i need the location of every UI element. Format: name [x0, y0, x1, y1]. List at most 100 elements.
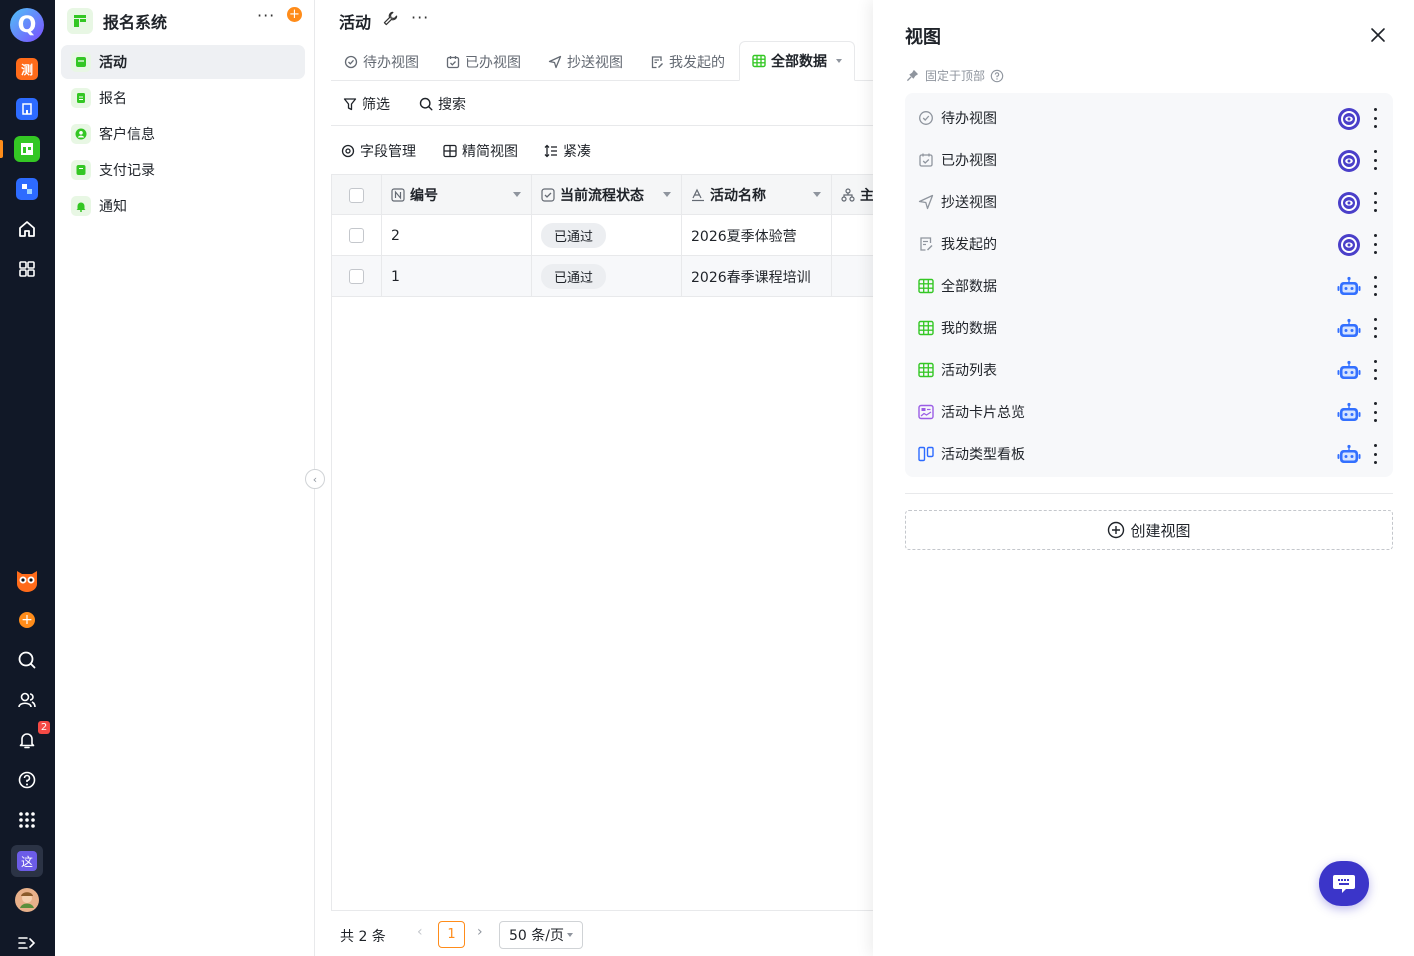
tab-all-data[interactable]: 全部数据 [739, 41, 855, 81]
page-button[interactable]: 1 [438, 921, 465, 948]
sidebar-item-payments[interactable]: 支付记录 [61, 153, 305, 187]
more-vertical-icon[interactable] [1372, 108, 1378, 128]
cell-status[interactable]: 已通过 [532, 215, 682, 256]
eye-icon[interactable] [1336, 148, 1362, 174]
create-view-button[interactable]: 创建视图 [905, 510, 1393, 550]
cell-name[interactable]: 2026夏季体验营 [682, 215, 832, 256]
select-all-checkbox[interactable] [332, 175, 382, 215]
view-item[interactable]: 待办视图 [905, 96, 1393, 138]
checkbox[interactable] [349, 228, 364, 243]
sidebar-item-customers[interactable]: 客户信息 [61, 117, 305, 151]
field-manage-button[interactable]: 字段管理 [341, 141, 416, 161]
collapse-sidebar-button[interactable]: ‹ [305, 469, 325, 489]
rail-app-building[interactable] [14, 96, 40, 122]
more-vertical-icon[interactable] [1372, 234, 1378, 254]
next-page-icon[interactable]: › [477, 924, 483, 940]
home-icon[interactable] [14, 216, 40, 242]
tab-done[interactable]: 已办视图 [446, 42, 521, 81]
more-vertical-icon[interactable] [1372, 192, 1378, 212]
cell-id[interactable]: 2 [382, 215, 532, 256]
more-vertical-icon[interactable] [1372, 444, 1378, 464]
rail-app-ce[interactable]: 测 [14, 56, 40, 82]
cell-name[interactable]: 2026春季课程培训 [682, 256, 832, 297]
close-icon[interactable] [1369, 26, 1387, 48]
robot-icon[interactable] [1336, 316, 1362, 342]
help-icon[interactable] [14, 767, 40, 793]
rail-app-phone[interactable] [14, 176, 40, 202]
add-menu-button[interactable]: + [287, 7, 302, 22]
view-item[interactable]: 活动类型看板 [905, 432, 1393, 474]
owl-icon[interactable] [14, 566, 40, 592]
tab-mine[interactable]: 我发起的 [650, 42, 725, 81]
row-height-icon [544, 144, 557, 158]
simple-view-label: 精简视图 [462, 144, 518, 160]
more-vertical-icon[interactable] [1372, 276, 1378, 296]
search-icon [419, 97, 433, 111]
table-row[interactable]: 1 已通过 2026春季课程培训 [332, 256, 874, 297]
checkbox[interactable] [349, 187, 364, 203]
row-checkbox-cell [332, 256, 382, 297]
rail-app-active[interactable] [14, 136, 40, 162]
more-vertical-icon[interactable] [1372, 402, 1378, 422]
sidebar-item-notify[interactable]: 通知 [61, 189, 305, 223]
column-header-status[interactable]: 当前流程状态 [532, 175, 682, 215]
compact-button[interactable]: 紧凑 [544, 141, 591, 161]
grid-apps-icon[interactable] [14, 256, 40, 282]
eye-icon[interactable] [1336, 106, 1362, 132]
view-item[interactable]: 已办视图 [905, 138, 1393, 180]
expand-icon[interactable] [14, 930, 40, 956]
table-row[interactable]: 2 已通过 2026夏季体验营 [332, 215, 874, 256]
cell-status[interactable]: 已通过 [532, 256, 682, 297]
robot-icon[interactable] [1336, 442, 1362, 468]
filter-button[interactable]: 筛选 [343, 94, 390, 114]
page-size-select[interactable]: 50 条/页 [499, 921, 583, 949]
sidebar-item-activity[interactable]: 活动 [61, 45, 305, 79]
more-icon[interactable]: ··· [411, 8, 429, 27]
more-vertical-icon[interactable] [1372, 360, 1378, 380]
view-item[interactable]: 我的数据 [905, 306, 1393, 348]
more-vertical-icon[interactable] [1372, 150, 1378, 170]
chevron-down-icon[interactable] [813, 192, 821, 197]
robot-icon[interactable] [1336, 274, 1362, 300]
ai-assistant-button[interactable] [1319, 861, 1369, 906]
column-header-id[interactable]: 编号 [382, 175, 532, 215]
chevron-down-icon[interactable] [836, 59, 842, 63]
sidebar-item-signup[interactable]: 报名 [61, 81, 305, 115]
eye-icon[interactable] [1336, 190, 1362, 216]
chevron-down-icon [566, 933, 573, 937]
robot-icon[interactable] [1336, 358, 1362, 384]
column-header-name[interactable]: 活动名称 [682, 175, 832, 215]
more-vertical-icon[interactable] [1372, 318, 1378, 338]
tab-cc[interactable]: 抄送视图 [548, 42, 623, 81]
views-panel: 视图 固定于顶部 待办视图 已办视图 抄送视图 我发起的 全部数据 我的数据 活动列表 活动卡… [873, 0, 1414, 956]
search-button[interactable]: 搜索 [419, 94, 466, 114]
checkbox[interactable] [349, 269, 364, 284]
view-item[interactable]: 我发起的 [905, 222, 1393, 264]
chevron-down-icon[interactable] [663, 192, 671, 197]
table-area-left-border [331, 297, 332, 910]
user-icon [71, 124, 91, 144]
table-icon [917, 319, 935, 337]
cell-id[interactable]: 1 [382, 256, 532, 297]
avatar[interactable] [14, 887, 40, 913]
view-item[interactable]: 全部数据 [905, 264, 1393, 306]
tab-todo[interactable]: 待办视图 [344, 42, 419, 81]
apps-icon[interactable] [14, 807, 40, 833]
chevron-down-icon[interactable] [513, 192, 521, 197]
prev-page-icon[interactable]: ‹ [417, 924, 423, 940]
wrench-icon[interactable] [383, 11, 398, 30]
simple-view-button[interactable]: 精简视图 [443, 141, 518, 161]
more-icon[interactable]: ··· [257, 6, 275, 25]
contacts-icon[interactable] [14, 687, 40, 713]
workspace-switch[interactable]: 这 [11, 845, 43, 877]
view-item[interactable]: 抄送视图 [905, 180, 1393, 222]
bell-icon[interactable] [14, 727, 40, 753]
eye-icon[interactable] [1336, 232, 1362, 258]
q-logo[interactable]: Q [10, 8, 44, 42]
robot-icon[interactable] [1336, 400, 1362, 426]
page-size-label: 50 条/页 [509, 928, 564, 944]
search-icon[interactable] [14, 647, 40, 673]
view-item[interactable]: 活动列表 [905, 348, 1393, 390]
add-icon[interactable]: + [14, 607, 40, 633]
view-item[interactable]: 活动卡片总览 [905, 390, 1393, 432]
